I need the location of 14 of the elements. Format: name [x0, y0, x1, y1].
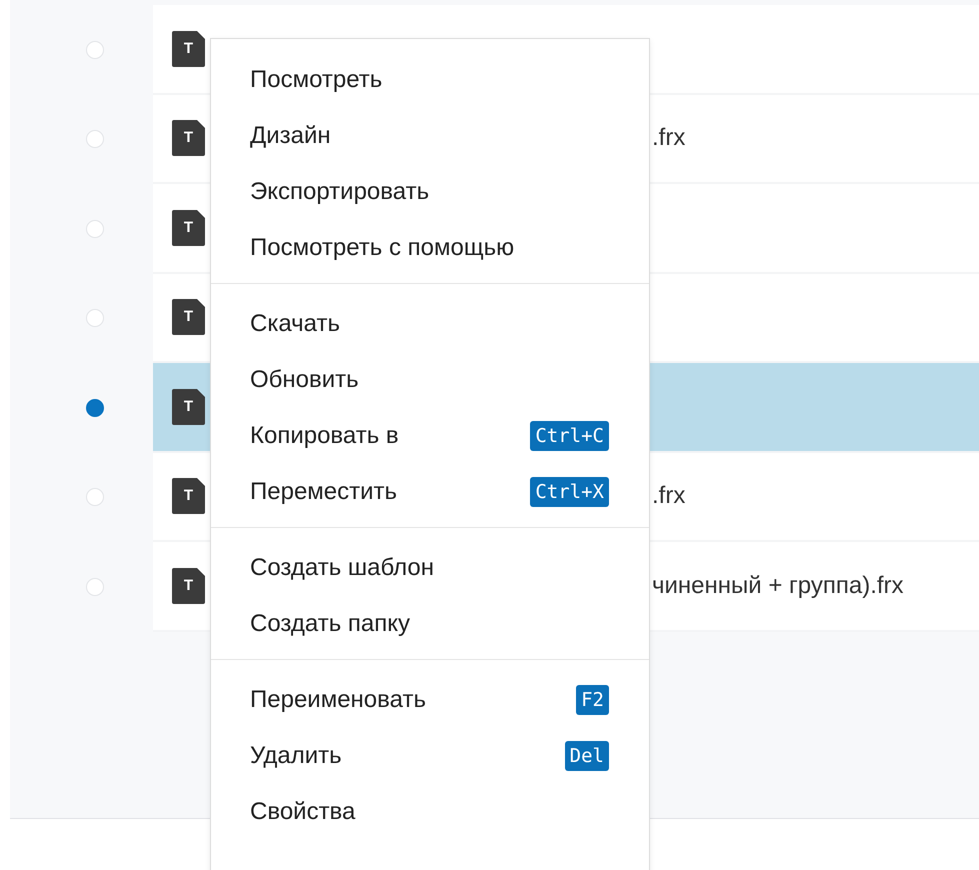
file-icon: T	[172, 478, 205, 514]
file-icon: T	[172, 568, 205, 604]
file-icon: T	[172, 388, 205, 425]
file-icon: T	[172, 120, 205, 156]
file-name: .frx	[652, 482, 686, 510]
shortcut-badge: Del	[564, 741, 609, 771]
shortcut-badge: Ctrl+X	[530, 477, 609, 507]
file-name: чиненный + группа).frx	[652, 572, 904, 600]
file-icon: T	[172, 30, 205, 67]
file-icon: T	[172, 299, 205, 336]
file-name: .frx	[652, 124, 686, 152]
shortcut-badge: F2	[576, 685, 609, 715]
shortcut-badge: Ctrl+C	[530, 421, 609, 451]
file-icon: T	[172, 210, 205, 246]
